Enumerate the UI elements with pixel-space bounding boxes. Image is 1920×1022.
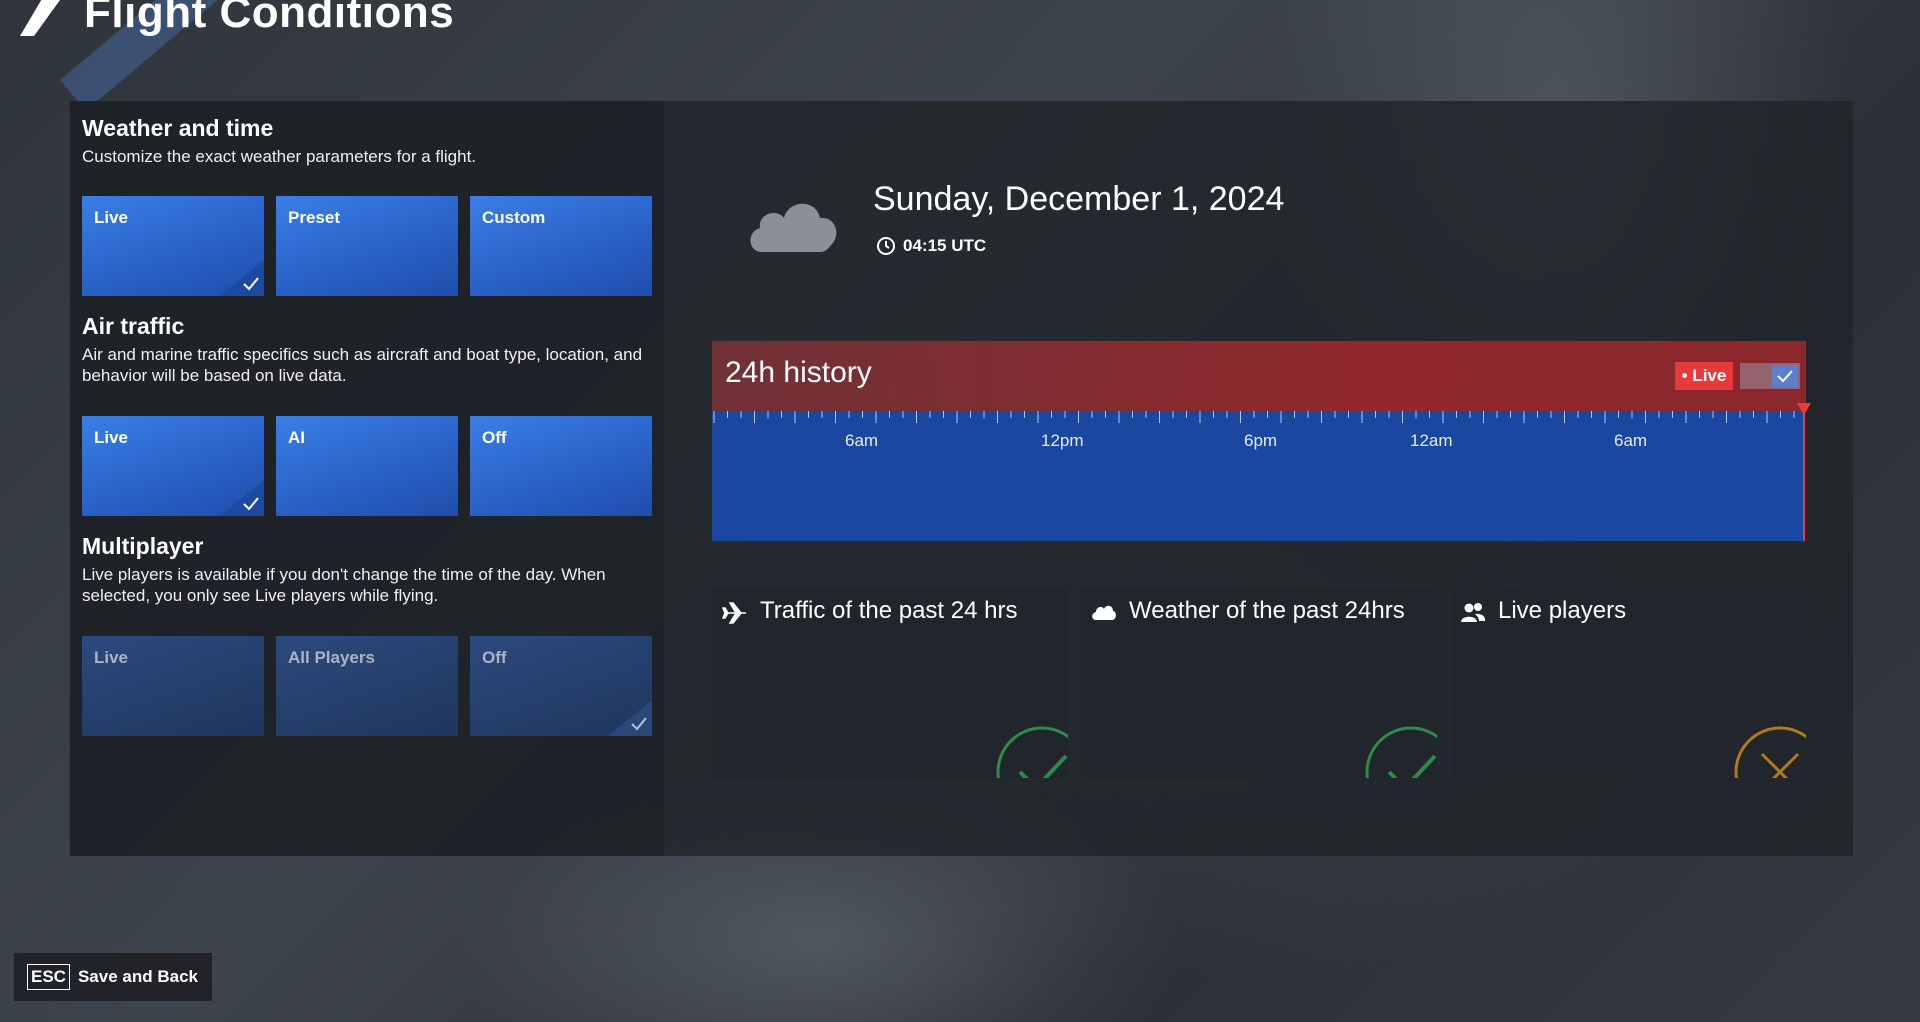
- multiplayer-option-live-label: Live: [94, 648, 129, 667]
- current-date: Sunday, December 1, 2024: [873, 180, 1285, 218]
- weather-time-heading: Weather and time: [82, 115, 274, 141]
- settings-column: Weather and time Customize the exact wea…: [70, 101, 664, 856]
- current-time-line: [1803, 407, 1805, 541]
- history-title: 24h history: [725, 356, 872, 389]
- air-traffic-section: Air traffic Air and marine traffic speci…: [82, 313, 654, 386]
- timeline-ticks: [713, 411, 1795, 423]
- traffic-option-ai-label: AI: [288, 428, 305, 447]
- checkmark-icon: [1777, 370, 1793, 383]
- cross-circle-icon: [1734, 726, 1806, 778]
- page-title: Flight Conditions: [84, 0, 455, 37]
- checkmark-icon: [220, 480, 264, 516]
- weather-status-card: Weather of the past 24hrs: [1081, 588, 1437, 778]
- players-icon: [1461, 603, 1486, 622]
- clock-icon: [877, 237, 895, 255]
- weather-option-preset-label: Preset: [288, 208, 340, 227]
- airplane-icon: [722, 602, 746, 624]
- weather-option-preset[interactable]: Preset: [276, 196, 458, 296]
- multiplayer-options: Live All Players Off: [82, 636, 652, 736]
- traffic-status-card: Traffic of the past 24 hrs: [712, 588, 1068, 778]
- cloud-icon: [1092, 605, 1116, 620]
- checkmark-icon: [608, 700, 652, 736]
- multiplayer-section: Multiplayer Live players is available if…: [82, 533, 654, 606]
- timeline-label: 6pm: [1244, 431, 1278, 450]
- weather-status-title: Weather of the past 24hrs: [1129, 597, 1405, 624]
- check-circle-icon: [996, 726, 1068, 778]
- weather-option-live-label: Live: [94, 208, 129, 227]
- traffic-option-live-label: Live: [94, 428, 129, 447]
- multiplayer-option-off-label: Off: [482, 648, 507, 667]
- weather-option-custom-label: Custom: [482, 208, 546, 227]
- weather-options: Live Preset Custom: [82, 196, 652, 296]
- weather-option-custom[interactable]: Custom: [470, 196, 652, 296]
- weather-option-live[interactable]: Live: [82, 196, 264, 296]
- save-and-back-button[interactable]: ESC Save and Back: [14, 953, 212, 1001]
- weather-time-section: Weather and time Customize the exact wea…: [82, 115, 654, 167]
- history-header: 24h history • Live: [712, 341, 1806, 411]
- multiplayer-option-all-players-label: All Players: [288, 648, 375, 667]
- cloud-icon: [750, 203, 837, 252]
- timeline-label: 6am: [845, 431, 879, 450]
- air-traffic-heading: Air traffic: [82, 313, 185, 339]
- traffic-option-off-label: Off: [482, 428, 507, 447]
- players-status-title: Live players: [1498, 597, 1627, 624]
- multiplayer-option-all-players[interactable]: All Players: [276, 636, 458, 736]
- air-traffic-description: Air and marine traffic specifics such as…: [82, 345, 643, 385]
- traffic-status-title: Traffic of the past 24 hrs: [760, 597, 1018, 624]
- live-badge: • Live: [1675, 362, 1733, 390]
- multiplayer-heading: Multiplayer: [82, 533, 204, 559]
- timeline-label: 6am: [1614, 431, 1648, 450]
- live-toggle[interactable]: [1740, 363, 1800, 389]
- toggle-knob: [1772, 365, 1798, 387]
- check-circle-icon: [1365, 726, 1437, 778]
- current-time-marker[interactable]: [1797, 403, 1811, 415]
- multiplayer-option-off[interactable]: Off: [470, 636, 652, 736]
- traffic-option-live[interactable]: Live: [82, 416, 264, 516]
- current-time: 04:15 UTC: [903, 236, 987, 255]
- history-timeline: 24h history • Live 6am 12pm 6pm 12am 6am: [712, 341, 1811, 541]
- multiplayer-description: Live players is available if you don't c…: [82, 565, 606, 605]
- timeline-label: 12am: [1410, 431, 1453, 450]
- traffic-option-off[interactable]: Off: [470, 416, 652, 516]
- timeline-label: 12pm: [1041, 431, 1084, 450]
- multiplayer-option-live[interactable]: Live: [82, 636, 264, 736]
- air-traffic-options: Live AI Off: [82, 416, 652, 516]
- players-status-card: Live players: [1450, 588, 1806, 778]
- traffic-option-ai[interactable]: AI: [276, 416, 458, 516]
- weather-time-description: Customize the exact weather parameters f…: [82, 147, 477, 166]
- checkmark-icon: [220, 260, 264, 296]
- save-and-back-label: Save and Back: [77, 967, 198, 986]
- esc-key-hint: ESC: [27, 964, 70, 990]
- title-slash-icon: [20, 0, 60, 36]
